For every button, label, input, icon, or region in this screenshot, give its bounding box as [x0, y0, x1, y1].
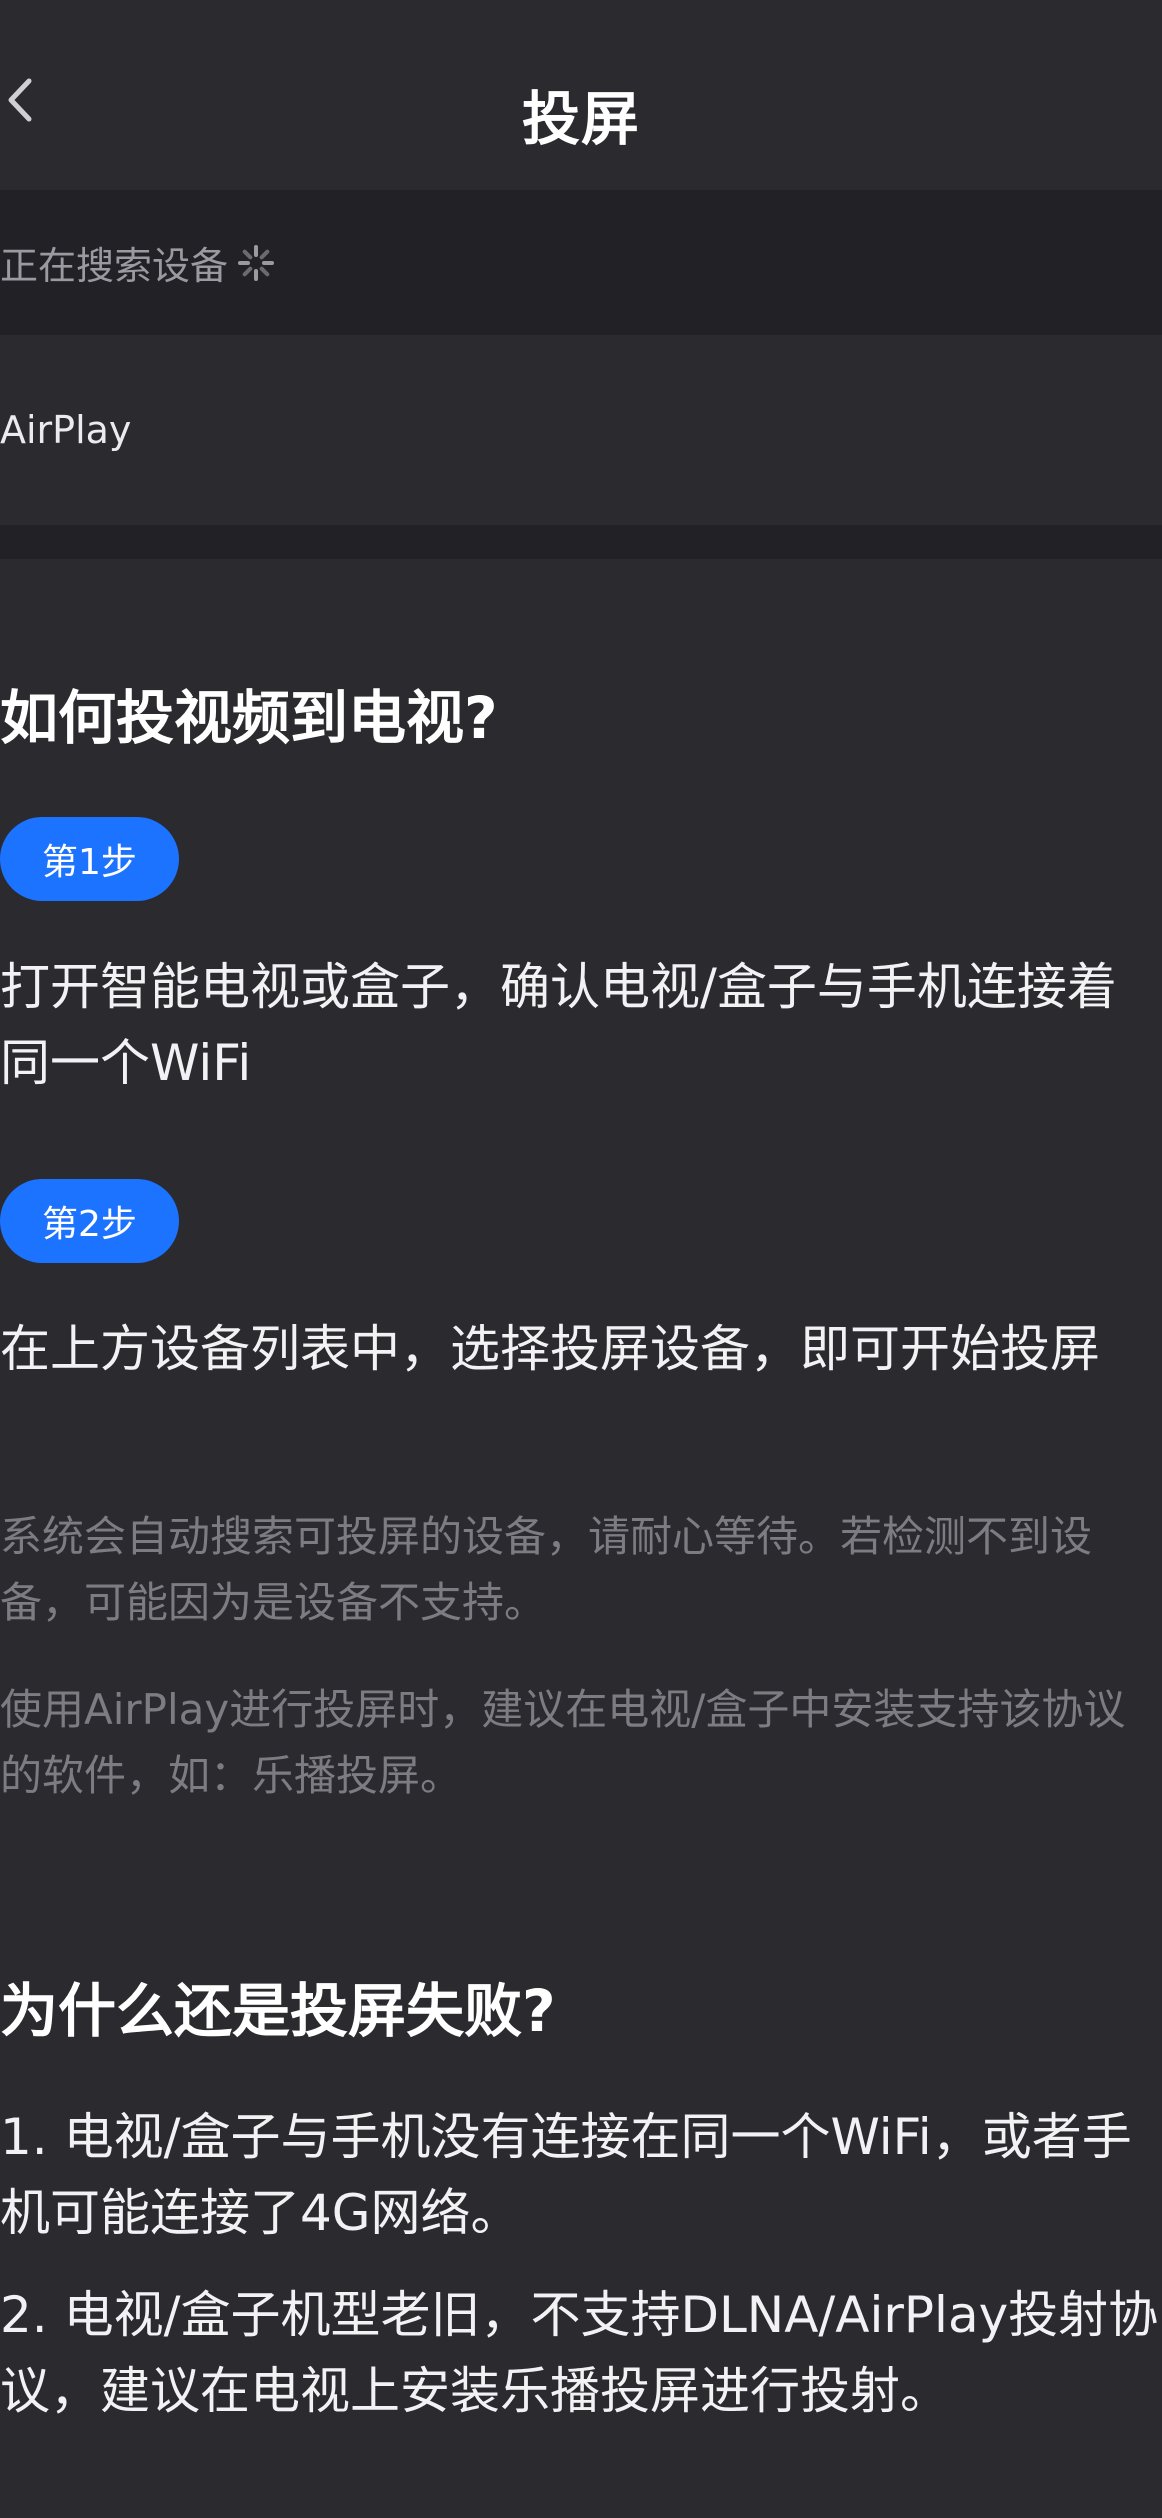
- note-auto-search: 系统会自动搜索可投屏的设备，请耐心等待。若检测不到设备，可能因为是设备不支持。: [0, 1512, 1093, 1627]
- why-reason-2: 2. 电视/盒子机型老旧，不支持DLNA/AirPlay投射协议，建议在电视上安…: [0, 2286, 1159, 2420]
- how-to-title: 如何投视频到电视?: [0, 684, 498, 752]
- section-divider: [0, 525, 1162, 559]
- why-fail-title: 为什么还是投屏失败?: [0, 1977, 556, 2045]
- step2-badge: 第2步: [0, 1179, 179, 1263]
- loading-spinner-icon: [236, 243, 276, 283]
- page-title: 投屏: [521, 85, 640, 153]
- step1-text: 打开智能电视或盒子，确认电视/盒子与手机连接着同一个WiFi: [0, 958, 1117, 1092]
- device-item-airplay[interactable]: AirPlay: [0, 335, 1162, 525]
- note-airplay: 使用AirPlay进行投屏时，建议在电视/盒子中安装支持该协议的软件，如：乐播投…: [0, 1685, 1126, 1800]
- step1-badge: 第1步: [0, 817, 179, 901]
- search-status-text: 正在搜索设备: [0, 244, 229, 288]
- why-reason-1: 1. 电视/盒子与手机没有连接在同一个WiFi，或者手机可能连接了4G网络。: [0, 2108, 1132, 2242]
- search-status-bar: 正在搜索设备: [0, 190, 1162, 335]
- device-label: AirPlay: [0, 408, 132, 452]
- step2-text: 在上方设备列表中，选择投屏设备，即可开始投屏: [0, 1320, 1100, 1378]
- top-bar: 投屏: [0, 0, 1162, 190]
